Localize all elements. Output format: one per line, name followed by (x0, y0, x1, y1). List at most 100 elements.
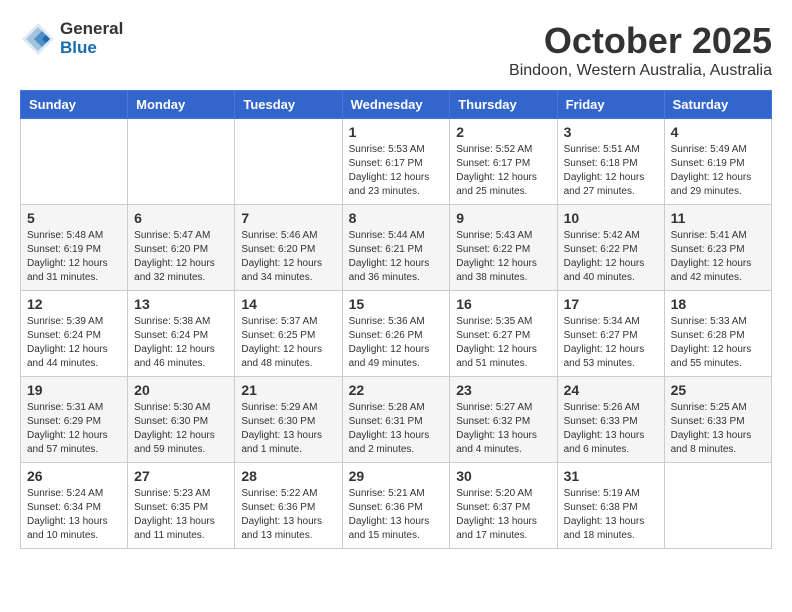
day-info: Sunrise: 5:27 AM Sunset: 6:32 PM Dayligh… (456, 401, 550, 457)
day-info: Sunrise: 5:25 AM Sunset: 6:33 PM Dayligh… (671, 401, 765, 457)
calendar-cell: 15 Sunrise: 5:36 AM Sunset: 6:26 PM Dayli… (342, 291, 450, 377)
day-info: Sunrise: 5:26 AM Sunset: 6:33 PM Dayligh… (564, 401, 658, 457)
day-number: 22 (349, 382, 444, 398)
calendar-cell: 30 Sunrise: 5:20 AM Sunset: 6:37 PM Dayli… (450, 463, 557, 549)
day-info: Sunrise: 5:36 AM Sunset: 6:26 PM Dayligh… (349, 315, 444, 371)
title-section: October 2025 Bindoon, Western Australia,… (509, 20, 772, 80)
day-number: 21 (241, 382, 335, 398)
day-info: Sunrise: 5:46 AM Sunset: 6:20 PM Dayligh… (241, 229, 335, 285)
calendar-cell: 29Sunrise: 5:21 AM Sunset: 6:36 PM Dayli… (342, 463, 450, 549)
calendar-cell (21, 119, 128, 205)
day-number: 15 (349, 296, 444, 312)
day-info: Sunrise: 5:33 AM Sunset: 6:28 PM Dayligh… (671, 315, 765, 371)
calendar-week-row: 19 Sunrise: 5:31 AM Sunset: 6:29 PM Dayli… (21, 377, 772, 463)
calendar-cell: 4Sunrise: 5:49 AM Sunset: 6:19 PM Daylig… (664, 119, 771, 205)
calendar-cell: 12Sunrise: 5:39 AM Sunset: 6:24 PM Dayli… (21, 291, 128, 377)
calendar-cell: 14 Sunrise: 5:37 AM Sunset: 6:25 PM Dayli… (235, 291, 342, 377)
day-info: Sunrise: 5:44 AM Sunset: 6:21 PM Dayligh… (349, 229, 444, 285)
calendar-cell: 31 Sunrise: 5:19 AM Sunset: 6:38 PM Dayli… (557, 463, 664, 549)
day-info: Sunrise: 5:23 AM Sunset: 6:35 PM Dayligh… (134, 487, 228, 543)
day-info: Sunrise: 5:37 AM Sunset: 6:25 PM Dayligh… (241, 315, 335, 371)
day-number: 13 (134, 296, 228, 312)
weekday-header: Friday (557, 91, 664, 119)
day-info: Sunrise: 5:31 AM Sunset: 6:29 PM Dayligh… (27, 401, 121, 457)
day-number: 29 (349, 468, 444, 484)
calendar-week-row: 5 Sunrise: 5:48 AM Sunset: 6:19 PM Daylig… (21, 205, 772, 291)
day-number: 1 (349, 124, 444, 140)
calendar-week-row: 12Sunrise: 5:39 AM Sunset: 6:24 PM Dayli… (21, 291, 772, 377)
weekday-header: Saturday (664, 91, 771, 119)
day-number: 14 (241, 296, 335, 312)
page-header: General Blue October 2025 Bindoon, Weste… (20, 20, 772, 80)
calendar-cell: 10Sunrise: 5:42 AM Sunset: 6:22 PM Dayli… (557, 205, 664, 291)
calendar-cell (235, 119, 342, 205)
day-number: 30 (456, 468, 550, 484)
calendar-cell: 23 Sunrise: 5:27 AM Sunset: 6:32 PM Dayli… (450, 377, 557, 463)
weekday-header: Thursday (450, 91, 557, 119)
calendar-cell: 19 Sunrise: 5:31 AM Sunset: 6:29 PM Dayli… (21, 377, 128, 463)
calendar-cell: 17 Sunrise: 5:34 AM Sunset: 6:27 PM Dayli… (557, 291, 664, 377)
calendar-cell (128, 119, 235, 205)
day-info: Sunrise: 5:19 AM Sunset: 6:38 PM Dayligh… (564, 487, 658, 543)
calendar-cell: 5 Sunrise: 5:48 AM Sunset: 6:19 PM Daylig… (21, 205, 128, 291)
day-number: 4 (671, 124, 765, 140)
day-number: 18 (671, 296, 765, 312)
day-info: Sunrise: 5:48 AM Sunset: 6:19 PM Dayligh… (27, 229, 121, 285)
calendar-cell: 16 Sunrise: 5:35 AM Sunset: 6:27 PM Dayli… (450, 291, 557, 377)
day-number: 16 (456, 296, 550, 312)
calendar-cell: 25 Sunrise: 5:25 AM Sunset: 6:33 PM Dayli… (664, 377, 771, 463)
calendar-table: SundayMondayTuesdayWednesdayThursdayFrid… (20, 90, 772, 549)
day-number: 19 (27, 382, 121, 398)
day-number: 26 (27, 468, 121, 484)
calendar-cell: 13Sunrise: 5:38 AM Sunset: 6:24 PM Dayli… (128, 291, 235, 377)
day-number: 23 (456, 382, 550, 398)
day-number: 31 (564, 468, 658, 484)
day-number: 28 (241, 468, 335, 484)
weekday-header: Monday (128, 91, 235, 119)
day-number: 20 (134, 382, 228, 398)
day-info: Sunrise: 5:41 AM Sunset: 6:23 PM Dayligh… (671, 229, 765, 285)
weekday-header: Tuesday (235, 91, 342, 119)
day-info: Sunrise: 5:47 AM Sunset: 6:20 PM Dayligh… (134, 229, 228, 285)
logo-blue: Blue (60, 39, 123, 58)
calendar-cell: 1 Sunrise: 5:53 AM Sunset: 6:17 PM Daylig… (342, 119, 450, 205)
day-number: 3 (564, 124, 658, 140)
day-info: Sunrise: 5:35 AM Sunset: 6:27 PM Dayligh… (456, 315, 550, 371)
logo-text: General Blue (60, 20, 123, 57)
weekday-header: Sunday (21, 91, 128, 119)
day-number: 24 (564, 382, 658, 398)
day-info: Sunrise: 5:51 AM Sunset: 6:18 PM Dayligh… (564, 143, 658, 199)
day-number: 12 (27, 296, 121, 312)
calendar-cell: 18 Sunrise: 5:33 AM Sunset: 6:28 PM Dayli… (664, 291, 771, 377)
calendar-week-row: 26 Sunrise: 5:24 AM Sunset: 6:34 PM Dayli… (21, 463, 772, 549)
day-info: Sunrise: 5:29 AM Sunset: 6:30 PM Dayligh… (241, 401, 335, 457)
calendar-cell: 2Sunrise: 5:52 AM Sunset: 6:17 PM Daylig… (450, 119, 557, 205)
day-number: 7 (241, 210, 335, 226)
day-number: 11 (671, 210, 765, 226)
day-info: Sunrise: 5:20 AM Sunset: 6:37 PM Dayligh… (456, 487, 550, 543)
day-info: Sunrise: 5:22 AM Sunset: 6:36 PM Dayligh… (241, 487, 335, 543)
day-number: 6 (134, 210, 228, 226)
day-number: 17 (564, 296, 658, 312)
day-info: Sunrise: 5:43 AM Sunset: 6:22 PM Dayligh… (456, 229, 550, 285)
calendar-week-row: 1 Sunrise: 5:53 AM Sunset: 6:17 PM Daylig… (21, 119, 772, 205)
day-info: Sunrise: 5:34 AM Sunset: 6:27 PM Dayligh… (564, 315, 658, 371)
day-number: 27 (134, 468, 228, 484)
day-number: 25 (671, 382, 765, 398)
weekday-header: Wednesday (342, 91, 450, 119)
logo-icon (20, 21, 56, 57)
day-info: Sunrise: 5:24 AM Sunset: 6:34 PM Dayligh… (27, 487, 121, 543)
day-number: 8 (349, 210, 444, 226)
calendar-cell: 7 Sunrise: 5:46 AM Sunset: 6:20 PM Daylig… (235, 205, 342, 291)
calendar-cell: 20Sunrise: 5:30 AM Sunset: 6:30 PM Dayli… (128, 377, 235, 463)
calendar-cell: 3 Sunrise: 5:51 AM Sunset: 6:18 PM Daylig… (557, 119, 664, 205)
day-number: 9 (456, 210, 550, 226)
day-number: 5 (27, 210, 121, 226)
calendar-cell: 11 Sunrise: 5:41 AM Sunset: 6:23 PM Dayli… (664, 205, 771, 291)
day-info: Sunrise: 5:52 AM Sunset: 6:17 PM Dayligh… (456, 143, 550, 199)
day-info: Sunrise: 5:53 AM Sunset: 6:17 PM Dayligh… (349, 143, 444, 199)
logo-general: General (60, 20, 123, 39)
calendar-cell: 21 Sunrise: 5:29 AM Sunset: 6:30 PM Dayli… (235, 377, 342, 463)
logo: General Blue (20, 20, 123, 57)
calendar-cell: 24 Sunrise: 5:26 AM Sunset: 6:33 PM Dayli… (557, 377, 664, 463)
